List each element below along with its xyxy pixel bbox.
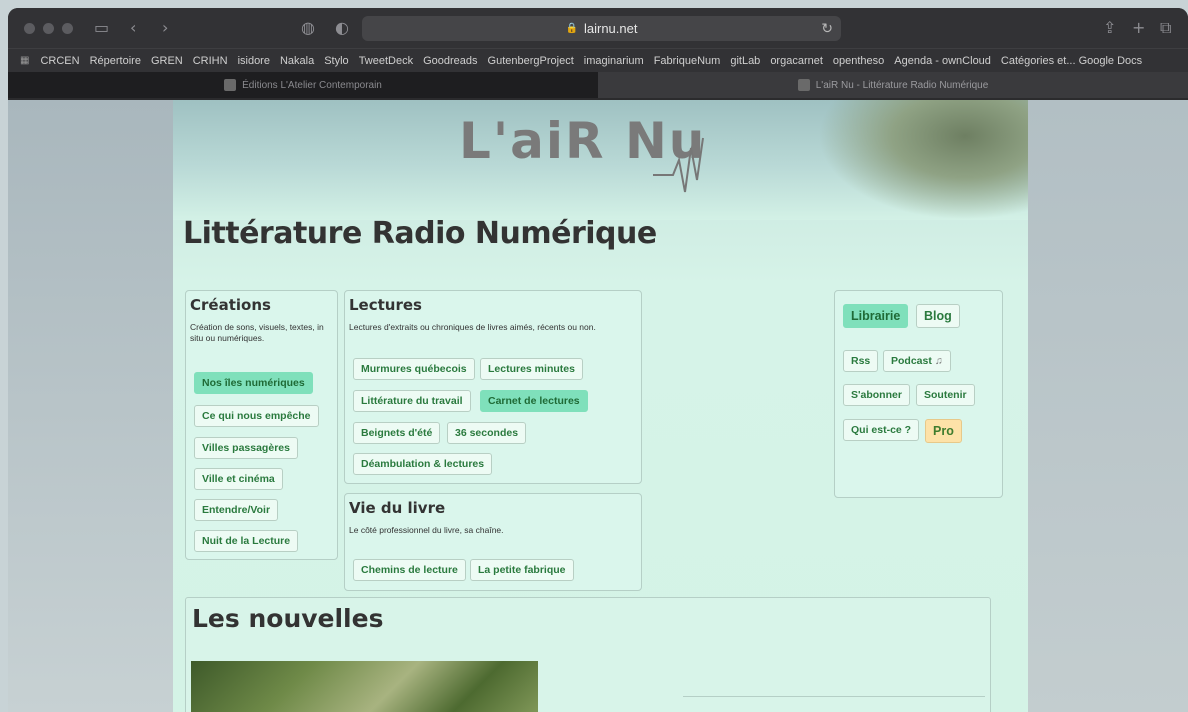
tab-atelier[interactable]: Éditions L'Atelier Contemporain	[8, 72, 598, 98]
bookmark-item[interactable]: Catégories et... Google Docs	[1001, 55, 1142, 67]
sabonner-button[interactable]: S'abonner	[843, 384, 910, 406]
minimize-light[interactable]	[43, 23, 54, 34]
bookmark-item[interactable]: FabriqueNum	[654, 55, 721, 67]
bookmarks-bar: ▦ CRCEN Répertoire GREN CRIHN isidore Na…	[8, 48, 1188, 72]
reload-icon[interactable]: ↻	[821, 20, 833, 37]
bookmark-item[interactable]: Nakala	[280, 55, 314, 67]
ville-et-cinema-button[interactable]: Ville et cinéma	[194, 468, 283, 490]
creations-heading: Créations	[190, 296, 271, 314]
site-container: L'aiR Nu Littérature Radio Numérique Cré…	[173, 100, 1028, 712]
sidebar-icon[interactable]: ▭	[94, 20, 109, 36]
bookmark-item[interactable]: opentheso	[833, 55, 884, 67]
tab-bar: Éditions L'Atelier Contemporain L'aiR Nu…	[8, 72, 1188, 98]
lectures-description: Lectures d'extraits ou chroniques de liv…	[349, 322, 596, 332]
back-icon[interactable]: ‹	[130, 20, 136, 36]
litterature-du-travail-button[interactable]: Littérature du travail	[353, 390, 471, 412]
shield-icon[interactable]: ◐	[335, 20, 349, 36]
lectures-minutes-button[interactable]: Lectures minutes	[480, 358, 583, 380]
bookmark-item[interactable]: imaginarium	[584, 55, 644, 67]
grid-icon[interactable]: ▦	[20, 55, 30, 66]
ce-qui-nous-empeche-button[interactable]: Ce qui nous empêche	[194, 405, 319, 427]
zoom-light[interactable]	[62, 23, 73, 34]
blog-button[interactable]: Blog	[916, 304, 960, 328]
site-title: Littérature Radio Numérique	[183, 216, 657, 251]
nos-iles-button[interactable]: Nos îles numériques	[194, 372, 313, 394]
tab-lairnu[interactable]: L'aiR Nu - Littérature Radio Numérique	[598, 72, 1188, 98]
share-icon[interactable]: ⇪	[1103, 20, 1116, 36]
rss-button[interactable]: Rss	[843, 350, 879, 372]
forward-icon[interactable]: ›	[162, 20, 168, 36]
beignets-d-ete-button[interactable]: Beignets d'été	[353, 422, 441, 444]
bookmark-item[interactable]: gitLab	[730, 55, 760, 67]
deambulation-lectures-button[interactable]: Déambulation & lectures	[353, 453, 493, 475]
page-viewport: L'aiR Nu Littérature Radio Numérique Cré…	[8, 100, 1188, 712]
bookmark-item[interactable]: isidore	[238, 55, 270, 67]
36-secondes-button[interactable]: 36 secondes	[447, 422, 527, 444]
tree-image	[818, 100, 1028, 220]
headphones-icon: ♫	[931, 355, 943, 367]
url-text: lairnu.net	[583, 21, 638, 36]
bookmark-item[interactable]: GutenbergProject	[488, 55, 574, 67]
vie-heading: Vie du livre	[349, 499, 446, 517]
bookmark-item[interactable]: GREN	[151, 55, 183, 67]
address-bar[interactable]: 🔒 lairnu.net ↻	[362, 16, 841, 41]
bookmark-item[interactable]: CRCEN	[40, 55, 79, 67]
browser-window: ▭ ‹ › ◍ ◐ 🔒 lairnu.net ↻ ⇪ + ⧉ ▦ CRCEN R…	[8, 8, 1188, 712]
la-petite-fabrique-button[interactable]: La petite fabrique	[470, 559, 574, 581]
vie-description: Le côté professionnel du livre, sa chaîn…	[349, 525, 504, 535]
tab-overview-icon[interactable]: ⧉	[1160, 20, 1171, 36]
title-bar: ▭ ‹ › ◍ ◐ 🔒 lairnu.net ↻ ⇪ + ⧉	[8, 8, 1188, 48]
tab-label: L'aiR Nu - Littérature Radio Numérique	[815, 79, 989, 91]
podcast-label: Podcast	[891, 355, 932, 367]
villes-passageres-button[interactable]: Villes passagères	[194, 437, 298, 459]
news-photo[interactable]	[191, 661, 538, 712]
chemins-de-lecture-button[interactable]: Chemins de lecture	[353, 559, 466, 581]
news-heading: Les nouvelles	[192, 604, 384, 633]
bookmark-item[interactable]: CRIHN	[193, 55, 228, 67]
privacy-icon[interactable]: ◍	[301, 20, 315, 36]
murmures-quebecois-button[interactable]: Murmures québecois	[353, 358, 475, 380]
bookmark-item[interactable]: TweetDeck	[359, 55, 413, 67]
close-light[interactable]	[24, 23, 35, 34]
pro-button[interactable]: Pro	[925, 419, 962, 443]
bookmark-item[interactable]: Répertoire	[90, 55, 141, 67]
qui-est-ce-button[interactable]: Qui est-ce ?	[843, 419, 920, 441]
news-archive-heading[interactable]: Nouvelles d'avant	[683, 696, 985, 712]
wave-icon	[653, 137, 704, 193]
tab-label: Éditions L'Atelier Contemporain	[242, 79, 382, 91]
bookmark-item[interactable]: Agenda - ownCloud	[894, 55, 991, 67]
carnet-de-lectures-button[interactable]: Carnet de lectures	[480, 390, 588, 412]
bookmark-item[interactable]: orgacarnet	[770, 55, 823, 67]
lock-icon: 🔒	[565, 23, 578, 34]
new-tab-icon[interactable]: +	[1132, 20, 1145, 36]
lectures-heading: Lectures	[349, 296, 422, 314]
bookmark-item[interactable]: Stylo	[324, 55, 348, 67]
creations-description: Création de sons, visuels, textes, in si…	[190, 322, 324, 343]
nuit-de-la-lecture-button[interactable]: Nuit de la Lecture	[194, 530, 299, 552]
librairie-button[interactable]: Librairie	[843, 304, 909, 328]
favicon-icon	[224, 79, 237, 91]
window-controls[interactable]	[24, 23, 73, 34]
bookmark-item[interactable]: Goodreads	[423, 55, 477, 67]
entendre-voir-button[interactable]: Entendre/Voir	[194, 499, 279, 521]
soutenir-button[interactable]: Soutenir	[916, 384, 975, 406]
podcast-button[interactable]: Podcast ♫	[883, 350, 951, 372]
news-section: Les nouvelles Nouvelles d'avant	[185, 597, 991, 712]
favicon-icon	[797, 79, 810, 91]
